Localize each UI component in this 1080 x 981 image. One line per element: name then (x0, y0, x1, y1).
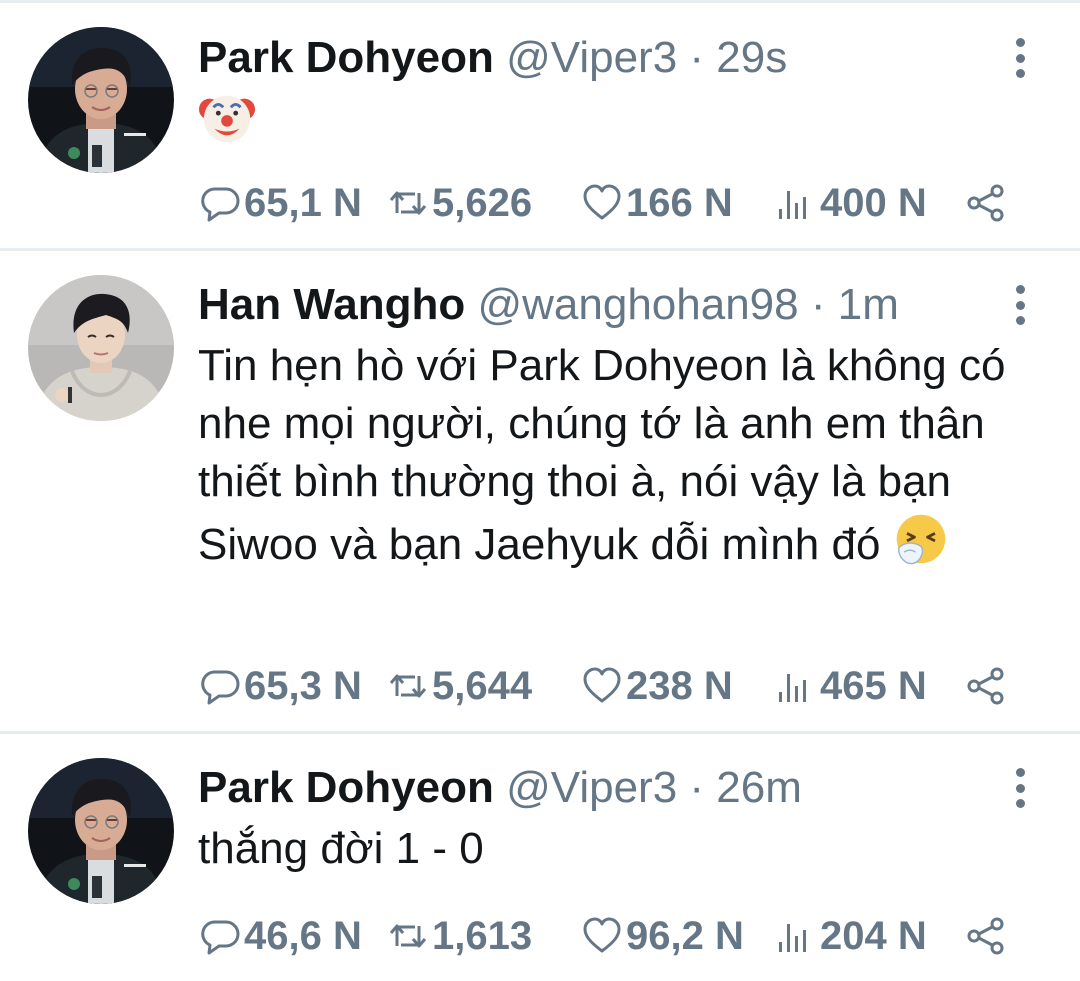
tweet-3[interactable]: Park Dohyeon @Viper3 · 26m thắng đời 1 -… (0, 734, 1080, 981)
tweet-1[interactable]: Park Dohyeon @Viper3 · 29s 65,1 N 5,626 … (0, 0, 1080, 248)
display-name[interactable]: Park Dohyeon (198, 763, 494, 812)
tweet-text: thắng đời 1 - 0 (198, 824, 484, 873)
timestamp[interactable]: 26m (716, 763, 802, 812)
more-options-icon[interactable] (1004, 38, 1036, 78)
like-count: 96,2 N (626, 914, 744, 958)
analytics-icon (776, 916, 816, 956)
view-count: 400 N (820, 181, 927, 225)
reply-button[interactable]: 65,3 N (200, 662, 362, 710)
reply-icon (200, 183, 240, 223)
like-count: 166 N (626, 181, 733, 225)
timestamp[interactable]: 1m (838, 280, 899, 329)
tweet-header: Park Dohyeon @Viper3 · 29s (198, 30, 787, 86)
avatar[interactable] (28, 275, 174, 421)
reply-button[interactable]: 46,6 N (200, 912, 362, 960)
reply-button[interactable]: 65,1 N (200, 179, 362, 227)
share-button[interactable] (966, 662, 1006, 710)
user-handle[interactable]: @wanghohan98 (477, 280, 798, 329)
like-button[interactable]: 96,2 N (582, 912, 744, 960)
retweet-button[interactable]: 5,626 (388, 179, 532, 227)
avatar[interactable] (28, 27, 174, 173)
like-count: 238 N (626, 664, 733, 708)
share-button[interactable] (966, 912, 1006, 960)
tweet-body (198, 88, 1038, 161)
more-options-icon[interactable] (1004, 285, 1036, 325)
share-icon (966, 183, 1006, 223)
more-options-icon[interactable] (1004, 768, 1036, 808)
reply-count: 65,1 N (244, 181, 362, 225)
reply-count: 46,6 N (244, 914, 362, 958)
tweet-body: Tin hẹn hò với Park Dohyeon là không có … (198, 337, 1038, 582)
tweet-2[interactable]: Han Wangho @wanghohan98 · 1m Tin hẹn hò … (0, 251, 1080, 731)
share-icon (966, 916, 1006, 956)
tweet-header: Han Wangho @wanghohan98 · 1m (198, 277, 899, 333)
heart-icon (582, 183, 622, 223)
retweet-count: 5,644 (432, 664, 533, 708)
separator-dot: · (810, 280, 826, 329)
share-button[interactable] (966, 179, 1006, 227)
tweet-body: thắng đời 1 - 0 (198, 820, 1038, 878)
analytics-icon (776, 666, 816, 706)
retweet-button[interactable]: 1,613 (388, 912, 532, 960)
retweet-icon (388, 916, 428, 956)
retweet-icon (388, 183, 428, 223)
like-button[interactable]: 238 N (582, 662, 733, 710)
display-name[interactable]: Park Dohyeon (198, 33, 494, 82)
avatar[interactable] (28, 758, 174, 904)
share-icon (966, 666, 1006, 706)
display-name[interactable]: Han Wangho (198, 280, 465, 329)
timestamp[interactable]: 29s (716, 33, 787, 82)
views-button[interactable]: 204 N (776, 912, 927, 960)
views-button[interactable]: 465 N (776, 662, 927, 710)
views-button[interactable]: 400 N (776, 179, 927, 227)
reply-icon (200, 666, 240, 706)
view-count: 204 N (820, 914, 927, 958)
retweet-icon (388, 666, 428, 706)
retweet-button[interactable]: 5,644 (388, 662, 532, 710)
heart-icon (582, 916, 622, 956)
retweet-count: 1,613 (432, 914, 533, 958)
analytics-icon (776, 183, 816, 223)
view-count: 465 N (820, 664, 927, 708)
clown-face-icon (198, 88, 256, 161)
heart-icon (582, 666, 622, 706)
user-handle[interactable]: @Viper3 (506, 763, 677, 812)
sneezing-face-icon (893, 511, 949, 582)
reply-count: 65,3 N (244, 664, 362, 708)
like-button[interactable]: 166 N (582, 179, 733, 227)
separator-dot: · (689, 33, 705, 82)
reply-icon (200, 916, 240, 956)
tweet-text: Tin hẹn hò với Park Dohyeon là không có … (198, 341, 1006, 569)
retweet-count: 5,626 (432, 181, 533, 225)
user-handle[interactable]: @Viper3 (506, 33, 677, 82)
separator-dot: · (689, 763, 705, 812)
tweet-header: Park Dohyeon @Viper3 · 26m (198, 760, 802, 816)
